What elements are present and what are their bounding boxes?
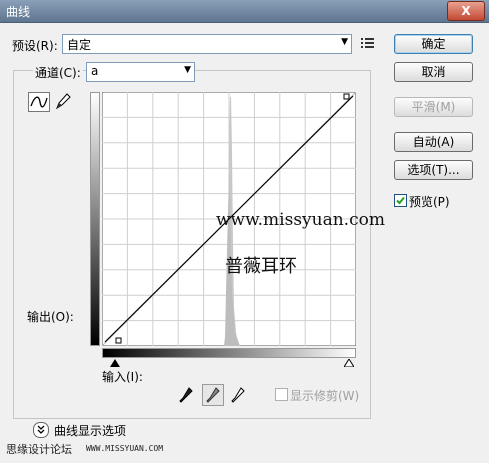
watermark-name: 普薇耳环: [225, 256, 297, 277]
output-label: 输出(O):: [27, 310, 74, 324]
options-button[interactable]: 选项(T)...: [394, 160, 473, 180]
input-label: 输入(I):: [102, 370, 143, 384]
pencil-icon: [55, 93, 71, 110]
curve-display-options-label: 曲线显示选项: [54, 424, 127, 438]
show-clipping-checkbox[interactable]: [275, 388, 288, 401]
title-bar: 曲线 X: [0, 0, 489, 23]
preview-label: 预览(P): [409, 195, 450, 209]
channel-label: 通道(C):: [33, 64, 83, 81]
smooth-button[interactable]: 平滑(M): [394, 97, 473, 117]
black-point-slider[interactable]: [110, 359, 120, 367]
output-gradient-bar: [90, 92, 100, 346]
cancel-button[interactable]: 取消: [394, 62, 473, 82]
preset-label: 预设(R):: [12, 39, 58, 53]
ok-button[interactable]: 确定: [394, 34, 473, 54]
channel-value: a: [91, 64, 99, 78]
expand-options-button[interactable]: [33, 422, 49, 438]
gray-eyedropper-icon: [206, 387, 220, 403]
curve-icon: [30, 96, 48, 108]
chevron-down-icon: ▼: [184, 65, 191, 75]
preset-value: 自定: [67, 38, 92, 52]
gray-eyedropper-button[interactable]: [202, 384, 224, 406]
white-point-slider[interactable]: [344, 359, 354, 367]
white-eyedropper-icon: [231, 387, 245, 403]
window-title: 曲线: [6, 5, 31, 19]
checkmark-icon: [396, 196, 405, 205]
curve-point-white: [343, 93, 350, 100]
footer-site-url: WWW.MISSYUAN.COM: [86, 444, 164, 453]
chevron-down-icon: ▼: [341, 37, 348, 47]
white-eyedropper-button[interactable]: [230, 386, 246, 404]
auto-button[interactable]: 自动(A): [394, 132, 473, 152]
channel-select[interactable]: a ▼: [86, 62, 195, 82]
preset-menu-icon[interactable]: [360, 36, 376, 50]
show-clipping-label: 显示修剪(W): [290, 389, 360, 403]
pencil-tool-button[interactable]: [54, 92, 72, 110]
black-eyedropper-button[interactable]: [178, 386, 194, 404]
close-button[interactable]: X: [447, 1, 485, 21]
input-gradient-bar: [102, 348, 356, 358]
watermark-url: www.missyuan.com: [216, 210, 385, 230]
preset-select[interactable]: 自定 ▼: [62, 34, 352, 54]
preview-checkbox[interactable]: [394, 194, 407, 207]
chevron-double-down-icon: [37, 425, 45, 434]
black-eyedropper-icon: [179, 387, 193, 403]
footer-site-name: 思缘设计论坛: [6, 443, 72, 456]
curve-point-black: [115, 337, 122, 344]
curve-point-tool-button[interactable]: [28, 92, 50, 112]
